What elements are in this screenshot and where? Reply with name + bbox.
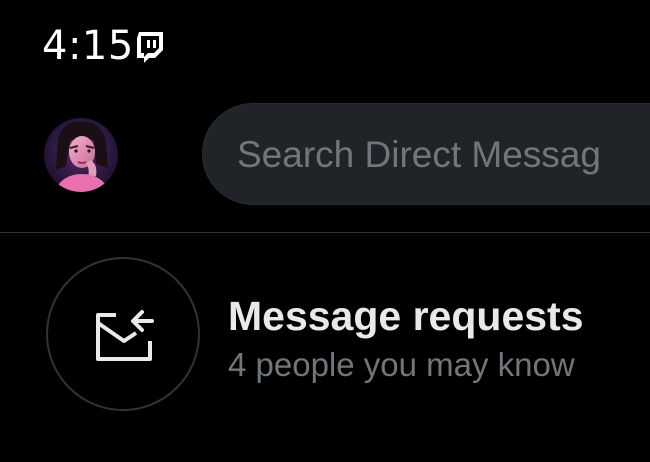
message-requests-icon-circle <box>46 257 200 411</box>
search-input[interactable]: Search Direct Messag <box>202 103 650 205</box>
message-requests-subtitle: 4 people you may know <box>228 346 575 383</box>
status-bar: 4:15 <box>0 0 650 90</box>
search-placeholder: Search Direct Messag <box>237 134 601 175</box>
avatar[interactable] <box>44 118 118 192</box>
envelope-arrow-icon <box>96 310 154 361</box>
dm-screen: 4:15 Search Direct Messag Message reques… <box>0 0 650 462</box>
status-time: 4:15 <box>42 23 134 69</box>
message-requests-row[interactable]: Message requests 4 people you may know <box>0 233 650 462</box>
twitch-icon <box>134 30 166 64</box>
message-requests-title: Message requests <box>228 293 584 339</box>
